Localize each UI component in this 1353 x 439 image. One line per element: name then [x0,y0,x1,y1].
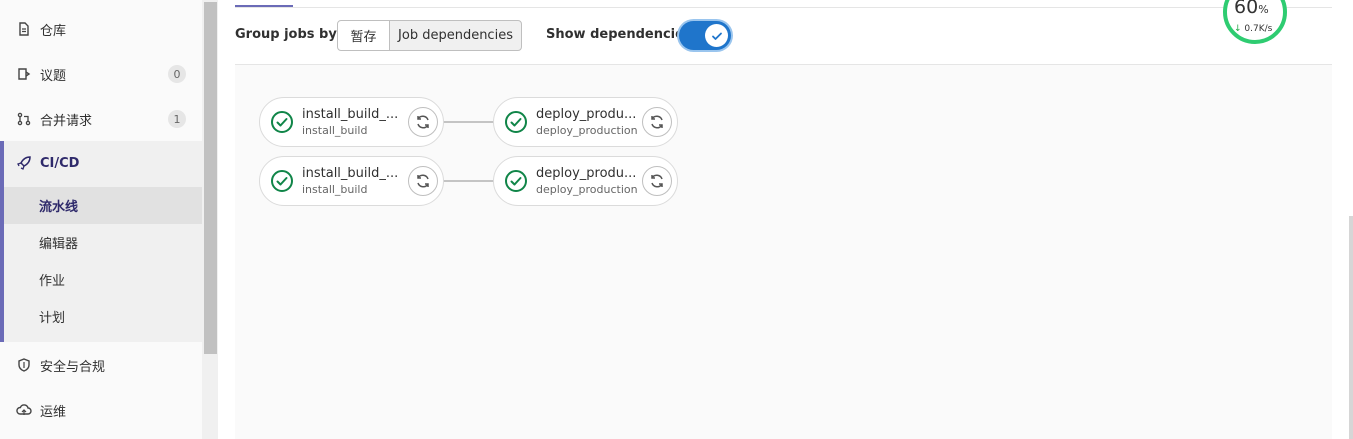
network-gauge-speed: ↓ 0.7K/s [1234,24,1273,34]
sidebar-item-label: 安全与合规 [40,359,106,375]
job-name: deploy_produ... [536,107,637,122]
issues-count-badge: 0 [168,65,186,83]
merge-requests-count-badge: 1 [168,110,186,128]
job-stage: deploy_production [536,124,638,137]
sidebar-item-repository[interactable]: 仓库 [0,7,202,51]
sidebar-item-label: 议题 [40,68,67,84]
sidebar-item-merge-requests[interactable]: 合并请求 1 [0,97,202,141]
sidebar-item-label: 运维 [40,404,67,420]
job-deploy-production-1[interactable]: deploy_produ... deploy_production [493,97,678,147]
job-install-build-2[interactable]: install_build_... install_build [259,156,444,206]
group-by-job-dependencies-button[interactable]: Job dependencies [389,20,522,51]
job-name: install_build_... [302,166,399,181]
document-icon [16,21,32,37]
job-name: install_build_... [302,107,399,122]
sidebar-item-label: CI/CD [40,155,80,171]
check-icon [705,24,728,47]
sidebar-scrollbar-thumb[interactable] [204,2,217,354]
dependency-line [443,121,495,123]
show-dependencies-toggle[interactable] [679,21,731,50]
page-scrollbar[interactable] [1349,216,1353,439]
pipeline-graph: install_build_... install_build deploy_p… [235,65,1332,439]
retry-icon[interactable] [642,166,672,196]
cloud-icon [16,402,32,418]
job-stage: install_build [302,124,368,137]
sidebar-subitem-editor[interactable]: 编辑器 [4,224,202,261]
arrow-down-icon: ↓ [1234,24,1242,34]
sidebar-subitem-jobs[interactable]: 作业 [4,261,202,298]
sidebar-item-label: 仓库 [40,23,67,39]
sidebar-item-cicd[interactable]: CI/CD [16,141,79,185]
status-success-icon [504,169,528,193]
show-dependencies-label: Show dependencies [546,27,692,42]
rocket-icon [16,155,32,171]
sidebar-subitem-schedules[interactable]: 计划 [4,298,202,335]
status-success-icon [270,169,294,193]
tab-divider [235,7,1332,8]
retry-icon[interactable] [642,107,672,137]
shield-icon [16,357,32,373]
network-gauge-percent: 60% [1234,0,1269,18]
job-stage: install_build [302,183,368,196]
retry-icon[interactable] [408,107,438,137]
group-jobs-label: Group jobs by [235,27,337,42]
sidebar-item-operations[interactable]: 运维 [0,388,202,432]
issues-icon [16,66,32,82]
job-stage: deploy_production [536,183,638,196]
retry-icon[interactable] [408,166,438,196]
job-name: deploy_produ... [536,166,637,181]
sidebar-item-security[interactable]: 安全与合规 [0,343,202,387]
group-by-stage-button[interactable]: 暂存 [337,20,390,51]
job-deploy-production-2[interactable]: deploy_produ... deploy_production [493,156,678,206]
sidebar-item-label: 合并请求 [40,113,93,129]
merge-request-icon [16,111,32,127]
sidebar-subitem-pipelines[interactable]: 流水线 [4,187,202,224]
sidebar: 仓库 议题 0 合并请求 1 CI/CD 流水线 编辑器 作业 计划 安全与合规 [0,0,202,439]
dependency-line [443,180,495,182]
status-success-icon [270,110,294,134]
sidebar-item-issues[interactable]: 议题 0 [0,52,202,96]
status-success-icon [504,110,528,134]
job-install-build-1[interactable]: install_build_... install_build [259,97,444,147]
sidebar-section-cicd: CI/CD 流水线 编辑器 作业 计划 [0,141,202,342]
